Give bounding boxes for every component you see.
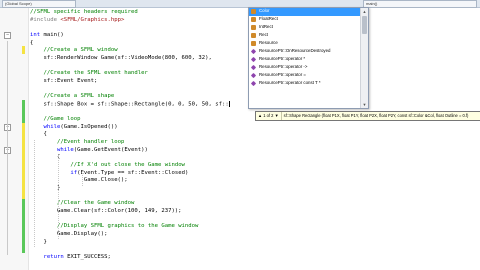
code-line[interactable]: while(Game.IsOpened())	[30, 124, 117, 131]
autocomplete-item[interactable]: Color	[249, 8, 360, 16]
overload-counter[interactable]: ▲ 1 of 2 ▼	[256, 112, 282, 120]
code-line[interactable]: //Display SFML graphics to the Game wind…	[30, 223, 198, 230]
code-line[interactable]: {	[30, 40, 33, 47]
fold-toggle-icon[interactable]: −	[4, 31, 11, 39]
function-icon	[250, 80, 257, 87]
code-line[interactable]: while(Game.GetEvent(Event))	[30, 147, 148, 154]
autocomplete-item[interactable]: ResourcePtr::operator =	[249, 72, 360, 80]
code-line[interactable]: //Create the SFML event handler	[30, 70, 147, 77]
overload-counter-text: 1 of 2	[263, 113, 274, 118]
code-line[interactable]: Game.Display();	[30, 231, 108, 238]
code-line[interactable]: //Event handler loop	[30, 139, 124, 146]
change-marker	[22, 99, 25, 123]
code-line[interactable]: //Create a SFML shape	[30, 93, 114, 100]
autocomplete-list[interactable]: Color FloatRect IntRect Rect Resource Resourc…	[248, 7, 369, 109]
indent-guide	[58, 155, 59, 240]
function-icon	[250, 72, 257, 79]
autocomplete-item[interactable]: IntRect	[249, 24, 360, 32]
code-line[interactable]: //Game loop	[30, 116, 80, 123]
code-line[interactable]: sf::Shape Box = sf::Shape::Rectangle(0, …	[30, 100, 230, 108]
class-icon	[251, 33, 256, 38]
code-line[interactable]: sf::Event Event;	[30, 78, 97, 85]
autocomplete-item-label: Rect	[259, 32, 269, 37]
code-line[interactable]: Game.Clear(sf::Color(100, 149, 237));	[30, 208, 182, 215]
class-icon	[251, 41, 256, 46]
code-line[interactable]: sf::RenderWindow Game(sf::VideoMode(800,…	[30, 55, 215, 62]
class-icon	[251, 9, 256, 14]
editor-gutter: −−−	[0, 8, 29, 270]
autocomplete-item-label: FloatRect	[259, 16, 278, 21]
class-icon	[251, 17, 256, 22]
autocomplete-item-label: ResourcePtr::OnResourceDestroyed	[259, 48, 331, 53]
code-line[interactable]: {	[30, 131, 46, 138]
autocomplete-item[interactable]: Resource	[249, 40, 360, 48]
autocomplete-item-label: IntRect	[259, 24, 273, 29]
parameter-info-tooltip: ▲ 1 of 2 ▼ sf::Shape Rectangle (float P1X…	[255, 111, 480, 121]
autocomplete-item-label: ResourcePtr::operator ->	[259, 64, 308, 69]
indent-guide	[34, 140, 35, 248]
code-line[interactable]: }	[30, 239, 46, 246]
function-icon	[250, 56, 257, 63]
change-marker	[22, 122, 25, 200]
autocomplete-item[interactable]: ResourcePtr::operator ->	[249, 64, 360, 72]
function-signature: sf::Shape Rectangle (float P1X, float P1…	[283, 113, 469, 118]
change-marker	[22, 46, 25, 54]
autocomplete-item-label: Color	[259, 8, 270, 13]
code-line[interactable]: //SFML specific headers required	[30, 9, 138, 16]
autocomplete-scrollbar[interactable]: ▲ ▼	[360, 8, 368, 108]
autocomplete-item-label: ResourcePtr::operator const T *	[259, 80, 321, 85]
member-dropdown[interactable]: main()	[363, 0, 477, 8]
class-icon	[251, 25, 256, 30]
code-line[interactable]: //If X'd out close the Game window	[30, 162, 185, 169]
scope-dropdown[interactable]: (Global Scope)	[2, 0, 76, 8]
autocomplete-item[interactable]: FloatRect	[249, 16, 360, 24]
autocomplete-item-label: Resource	[259, 40, 278, 45]
scroll-thumb[interactable]	[362, 16, 367, 34]
function-icon	[250, 64, 257, 71]
autocomplete-item[interactable]: ResourcePtr::OnResourceDestroyed	[249, 48, 360, 56]
code-line[interactable]: return EXIT_SUCCESS;	[30, 254, 110, 261]
code-line[interactable]: //Create a SFML window	[30, 47, 117, 54]
code-line[interactable]: Game.Close();	[30, 177, 128, 184]
code-line[interactable]: //Clear the Game window	[30, 200, 134, 207]
fold-guide	[7, 40, 8, 255]
indent-guide	[82, 170, 83, 186]
autocomplete-item-label: ResourcePtr::operator *	[259, 56, 306, 61]
function-icon	[250, 48, 257, 55]
change-marker	[22, 199, 25, 253]
autocomplete-item[interactable]: ResourcePtr::operator const T *	[249, 80, 360, 88]
scroll-up-icon[interactable]: ▲	[361, 8, 368, 15]
autocomplete-item[interactable]: Rect	[249, 32, 360, 40]
navigation-bar: (Global Scope) main()	[0, 0, 480, 8]
code-line[interactable]: int main()	[30, 32, 64, 39]
code-line[interactable]: if(Event.Type == sf::Event::Closed)	[30, 170, 188, 177]
autocomplete-item[interactable]: ResourcePtr::operator *	[249, 56, 360, 64]
scroll-down-icon[interactable]: ▼	[361, 101, 368, 108]
code-line[interactable]: #include <SFML/Graphics.hpp>	[30, 17, 124, 24]
autocomplete-item-label: ResourcePtr::operator =	[259, 72, 306, 77]
